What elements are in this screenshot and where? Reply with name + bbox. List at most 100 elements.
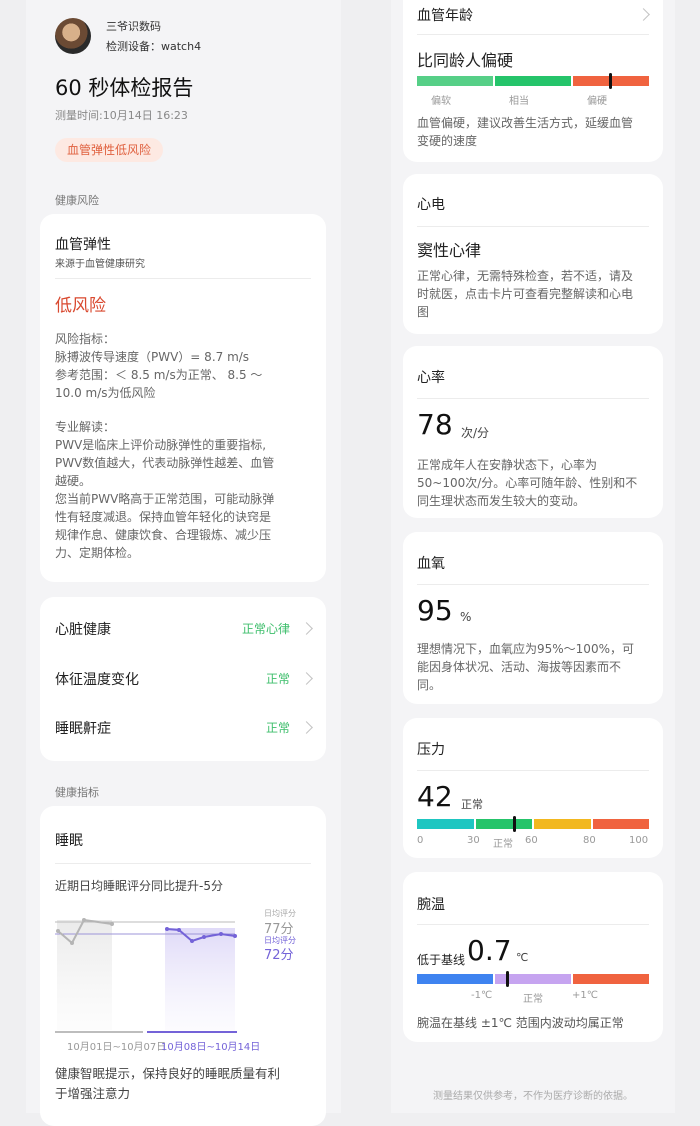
sleep-card[interactable]: 睡眠 近期日均睡眠评分同比提升-5分: [40, 806, 326, 1126]
tick-label: 30: [467, 835, 480, 846]
bar-label: 正常: [523, 990, 543, 1005]
curr-point: [233, 934, 237, 938]
interp-line: 性有轻度减退。保持血管年轻化的诀窍是: [55, 508, 317, 526]
card-title: 心率: [417, 367, 445, 387]
check-label: 睡眠鼾症: [55, 718, 111, 738]
curr-point: [202, 935, 206, 939]
divider: [55, 278, 311, 279]
avatar[interactable]: [55, 18, 91, 54]
indicator-line: 参考范围：＜ 8.5 m/s为正常、 8.5 ～: [55, 366, 317, 384]
prev-point: [56, 929, 60, 933]
vascular-age-marker: [609, 73, 612, 89]
wrist-temp-prefix: 低于基线: [417, 951, 465, 968]
vascular-elasticity-card[interactable]: 血管弹性 来源于血管健康研究 低风险 风险指标： 脉搏波传导速度（PWV）= 8…: [40, 214, 326, 582]
bar-label: 偏硬: [587, 92, 607, 107]
vascular-age-desc: 血管偏硬，建议改善生活方式，延缓血管 变硬的速度: [417, 114, 653, 150]
indicator-line: 脉搏波传导速度（PWV）= 8.7 m/s: [55, 348, 317, 366]
wrist-temp-bar: [417, 974, 649, 984]
curr-avg-value: 72分: [264, 944, 294, 963]
curr-week-area: [165, 928, 235, 1030]
check-status: 正常: [266, 719, 290, 736]
stress-value: 42: [417, 780, 453, 813]
section-health-risk: 健康风险: [55, 192, 99, 208]
interp-heading: 专业解读：: [55, 418, 317, 436]
check-row-snoring[interactable]: 睡眠鼾症 正常: [40, 701, 326, 753]
interp-line: PWV数值越大，代表动脉弹性越差、血管: [55, 454, 317, 472]
stress-bar: [417, 819, 649, 829]
check-status: 正常: [266, 670, 290, 687]
card-title: 血管年龄: [417, 5, 473, 25]
check-row-heart[interactable]: 心脏健康 正常心律: [40, 597, 326, 653]
desc-line: 同生理状态而发生较大的变动。: [417, 492, 653, 510]
indicator-block: 风险指标： 脉搏波传导速度（PWV）= 8.7 m/s 参考范围：＜ 8.5 m…: [55, 330, 317, 402]
spo2-value: 95: [417, 594, 453, 627]
right-column: 血管年龄 比同龄人偏硬 偏软 相当 偏硬 血管偏硬，建议改善生活方式，延缓血管 …: [391, 0, 675, 1113]
desc-line: 血管偏硬，建议改善生活方式，延缓血管: [417, 114, 653, 132]
interp-line: 您当前PWV略高于正常范围，可能动脉弹: [55, 490, 317, 508]
sleep-tip-line: 于增强注意力: [55, 1083, 130, 1102]
health-checks-card: 心脏健康 正常心律 体征温度变化 正常 睡眠鼾症 正常: [40, 597, 326, 761]
heart-rate-desc: 正常成年人在安静状态下，心率为 50~100次/分。心率可随年龄、性别和不 同生…: [417, 456, 653, 510]
divider: [417, 770, 649, 771]
curr-point: [177, 928, 181, 932]
check-label: 心脏健康: [55, 619, 111, 639]
bar-label: -1℃: [471, 990, 492, 1001]
sleep-subtitle: 近期日均睡眠评分同比提升-5分: [55, 877, 223, 894]
spo2-card[interactable]: 血氧 95 % 理想情况下，血氧应为95%～100%，可 能因身体状况、活动、海…: [403, 532, 663, 704]
disclaimer: 测量结果仅供参考，不作为医疗诊断的依据。: [391, 1087, 675, 1102]
risk-level: 低风险: [55, 291, 106, 316]
curr-point: [165, 927, 169, 931]
ecg-result: 窦性心律: [417, 237, 481, 261]
desc-line: 理想情况下，血氧应为95%～100%，可: [417, 640, 653, 658]
stress-card[interactable]: 压力 42 正常 0 30 正常 60 80 100: [403, 718, 663, 858]
desc-line: 能因身体状况、活动、海拔等因素而不: [417, 658, 653, 676]
divider: [55, 863, 311, 864]
ecg-desc: 正常心律，无需特殊检查，若不适，请及 时就医，点击卡片可查看完整解读和心电 图: [417, 267, 653, 321]
sleep-tip-line: 健康智眠提示，保持良好的睡眠质量有利: [55, 1063, 280, 1082]
tick-label: 60: [525, 835, 538, 846]
ecg-card[interactable]: 心电 窦性心律 正常心律，无需特殊检查，若不适，请及 时就医，点击卡片可查看完整…: [403, 174, 663, 334]
heart-rate-unit: 次/分: [461, 424, 489, 441]
card-title: 压力: [417, 739, 445, 759]
stress-state: 正常: [461, 796, 483, 812]
heart-rate-value: 78: [417, 408, 453, 441]
check-label: 体征温度变化: [55, 669, 139, 689]
heart-rate-card[interactable]: 心率 78 次/分 正常成年人在安静状态下，心率为 50~100次/分。心率可随…: [403, 346, 663, 518]
bar-label: 偏软: [431, 92, 451, 107]
check-status: 正常心律: [242, 620, 290, 637]
interp-line: PWV是临床上评价动脉弹性的重要指标,: [55, 436, 317, 454]
measure-time: 测量时间:10月14日 16:23: [55, 107, 188, 123]
divider: [417, 398, 649, 399]
desc-line: 正常成年人在安静状态下，心率为: [417, 456, 653, 474]
sleep-title: 睡眠: [55, 830, 83, 850]
divider: [417, 34, 649, 35]
spo2-unit: %: [460, 610, 471, 624]
divider: [417, 226, 649, 227]
chevron-right-icon: [300, 672, 313, 685]
check-row-temperature[interactable]: 体征温度变化 正常: [40, 649, 326, 701]
stress-level-marker: [513, 816, 516, 832]
spo2-desc: 理想情况下，血氧应为95%～100%，可 能因身体状况、活动、海拔等因素而不 同…: [417, 640, 653, 694]
wrist-temp-card[interactable]: 腕温 低于基线 0.7 ℃ -1℃ 正常 +1℃ 腕温在基线 ±1℃ 范围内波动…: [403, 872, 663, 1042]
desc-line: 变硬的速度: [417, 132, 653, 150]
prev-range-label: 10月01日~10月07日: [67, 1038, 166, 1053]
bar-label: +1℃: [572, 990, 598, 1001]
interp-line: 越硬。: [55, 472, 317, 490]
interpretation-block: 专业解读： PWV是临床上评价动脉弹性的重要指标, PWV数值越大，代表动脉弹性…: [55, 418, 317, 562]
section-health-indicators: 健康指标: [55, 784, 99, 800]
tick-label: 100: [629, 835, 648, 846]
desc-line: 时就医，点击卡片可查看完整解读和心电: [417, 285, 653, 303]
prev-point: [82, 918, 86, 922]
curr-range-label: 10月08日~10月14日: [161, 1038, 260, 1053]
desc-line: 同。: [417, 676, 653, 694]
divider: [417, 584, 649, 585]
prev-point: [110, 922, 114, 926]
wrist-temp-desc: 腕温在基线 ±1℃ 范围内波动均属正常: [417, 1014, 624, 1031]
tick-label: 0: [417, 835, 423, 846]
vascular-age-card[interactable]: 血管年龄 比同龄人偏硬 偏软 相当 偏硬 血管偏硬，建议改善生活方式，延缓血管 …: [403, 0, 663, 162]
card-source: 来源于血管健康研究: [55, 255, 145, 270]
card-title: 血管弹性: [55, 234, 111, 254]
desc-line: 图: [417, 303, 653, 321]
chevron-right-icon: [637, 8, 650, 21]
chevron-right-icon: [300, 622, 313, 635]
